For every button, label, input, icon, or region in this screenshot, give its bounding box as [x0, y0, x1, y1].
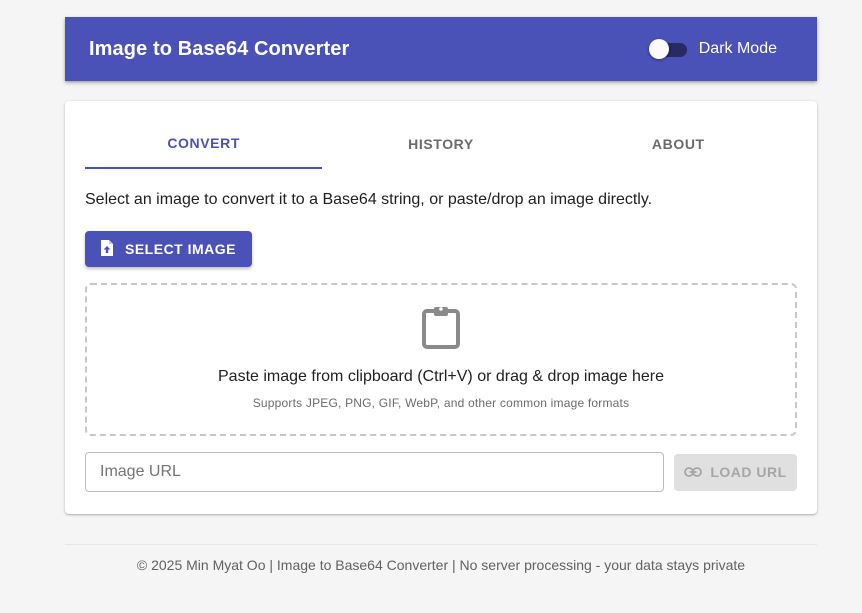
switch-thumb[interactable]: [648, 39, 669, 59]
dark-mode-label: Dark Mode: [698, 40, 777, 57]
url-row: LOAD URL: [85, 452, 797, 492]
drop-zone-subtitle: Supports JPEG, PNG, GIF, WebP, and other…: [252, 396, 630, 410]
select-image-button[interactable]: SELECT IMAGE: [85, 231, 253, 267]
tab-about[interactable]: ABOUT: [560, 101, 797, 169]
intro-text: Select an image to convert it to a Base6…: [85, 191, 653, 208]
select-image-label: SELECT IMAGE: [125, 241, 237, 257]
link-icon: [684, 464, 703, 480]
drop-zone[interactable]: Paste image from clipboard (Ctrl+V) or d…: [85, 283, 797, 436]
drop-zone-title: Paste image from clipboard (Ctrl+V) or d…: [218, 368, 664, 385]
clipboard-icon: [421, 305, 461, 354]
footer: © 2025 Min Myat Oo | Image to Base64 Con…: [65, 544, 817, 573]
tab-bar: CONVERT HISTORY ABOUT: [85, 101, 797, 169]
dark-mode-toggle-group[interactable]: Dark Mode: [648, 39, 777, 59]
load-url-button[interactable]: LOAD URL: [674, 453, 797, 491]
file-upload-icon: [99, 239, 115, 260]
tab-convert[interactable]: CONVERT: [85, 101, 323, 169]
app-title: Image to Base64 Converter: [89, 37, 350, 60]
app-bar: Image to Base64 Converter Dark Mode: [65, 17, 817, 81]
dark-mode-switch[interactable]: [648, 39, 687, 59]
tab-history[interactable]: HISTORY: [322, 101, 559, 169]
load-url-label: LOAD URL: [710, 464, 787, 480]
converter-card: CONVERT HISTORY ABOUT Select an image to…: [65, 101, 817, 514]
image-url-input[interactable]: [85, 452, 664, 492]
